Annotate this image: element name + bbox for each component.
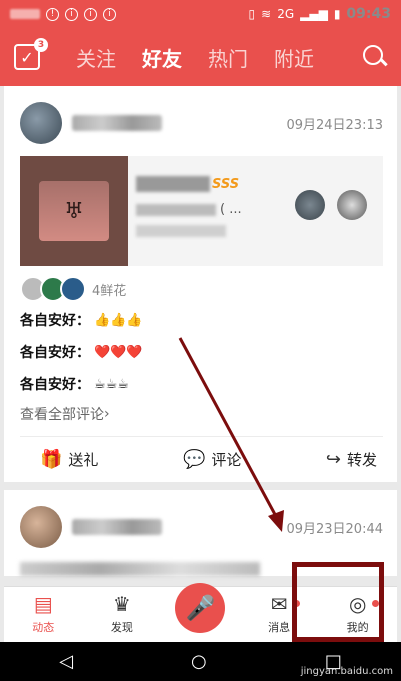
blurred-post-text bbox=[20, 562, 260, 576]
wifi-icon: ≋ bbox=[261, 7, 272, 21]
comment-row[interactable]: 各自安好： 👍👍👍 bbox=[20, 304, 383, 336]
tab-messages[interactable]: ✉ 消息 bbox=[240, 594, 319, 635]
post-time: 09月23日20:44 bbox=[286, 521, 383, 537]
comment-row[interactable]: 各自安好： ❤️❤️❤️ bbox=[20, 336, 383, 368]
comment-label: 评论 bbox=[211, 451, 242, 469]
comment-emoji: 👍👍👍 bbox=[94, 312, 143, 328]
flowers-row[interactable]: 4鲜花 bbox=[20, 274, 383, 304]
tab-me[interactable]: ◎ 我的 bbox=[318, 594, 397, 635]
view-all-comments-link[interactable]: 查看全部评论 › bbox=[20, 400, 383, 428]
home-icon[interactable]: ○ bbox=[191, 651, 207, 672]
blurred-notification bbox=[10, 9, 40, 19]
avatar bbox=[60, 276, 86, 302]
tab-label: 动态 bbox=[32, 621, 55, 634]
vibrate-icon: ▯ bbox=[248, 7, 256, 21]
shared-info: SSS ( ... bbox=[128, 156, 383, 266]
tab-nearby[interactable]: 附近 bbox=[274, 43, 314, 72]
tab-sing[interactable]: 🎤 bbox=[161, 582, 240, 633]
thumbnail-image: ♅ bbox=[39, 181, 109, 241]
blurred-username[interactable] bbox=[72, 519, 162, 535]
comment-author: 各自安好： bbox=[20, 345, 90, 361]
notification-icon: i bbox=[84, 7, 97, 21]
mail-icon: ✉ bbox=[270, 592, 288, 616]
tab-label: 发现 bbox=[110, 621, 133, 634]
tab-discover[interactable]: ♛ 发现 bbox=[83, 594, 162, 635]
post-card: 09月23日20:44 bbox=[4, 490, 397, 576]
shared-thumbnail: ♅ bbox=[20, 156, 128, 266]
post-card: 09月24日23:13 ♅ SSS ( ... 4鲜花 各自安好： 👍👍👍 各自… bbox=[4, 86, 397, 482]
avatar bbox=[295, 190, 325, 220]
feed-tabs: 关注 好友 热门 附近 bbox=[76, 43, 314, 72]
comment-author: 各自安好： bbox=[20, 377, 90, 393]
comment-author: 各自安好： bbox=[20, 313, 90, 329]
bottom-tab-bar: ▤ 动态 ♛ 发现 🎤 ✉ 消息 ◎ 我的 bbox=[4, 582, 397, 642]
chevron-right-icon: › bbox=[104, 406, 110, 422]
share-label: 转发 bbox=[346, 451, 377, 469]
avatar bbox=[337, 190, 367, 220]
gift-button[interactable]: 🎁 送礼 bbox=[40, 449, 98, 470]
tab-label: 消息 bbox=[268, 621, 291, 634]
post-actions: 🎁 送礼 💬 评论 ↪ 转发 bbox=[20, 436, 383, 482]
tab-hot[interactable]: 热门 bbox=[208, 43, 248, 72]
status-bar: ! i i i ▯ ≋ 2G ▂▄▆ ▮ 09:43 bbox=[0, 0, 401, 28]
shared-title-suffix: SSS bbox=[212, 176, 240, 192]
signal-icon: ▂▄▆ bbox=[300, 7, 328, 21]
blurred-username[interactable] bbox=[72, 115, 162, 131]
system-nav-bar: ◁ ○ □ jingyan.baidu.com bbox=[0, 642, 401, 681]
comment-icon: 💬 bbox=[182, 449, 206, 470]
unread-dot bbox=[371, 600, 379, 607]
feed: 09月24日23:13 ♅ SSS ( ... 4鲜花 各自安好： 👍👍👍 各自… bbox=[4, 86, 397, 586]
tab-following[interactable]: 关注 bbox=[76, 43, 116, 72]
comment-row[interactable]: 各自安好： ☕☕☕ bbox=[20, 368, 383, 400]
comment-emoji: ☕☕☕ bbox=[94, 376, 129, 392]
tab-feed[interactable]: ▤ 动态 bbox=[4, 594, 83, 635]
post-time: 09月24日23:13 bbox=[286, 117, 383, 133]
gift-icon: 🎁 bbox=[40, 449, 63, 470]
unread-dot bbox=[293, 600, 301, 607]
profile-icon: ◎ bbox=[348, 592, 367, 616]
signal-label: 2G bbox=[277, 7, 295, 21]
share-icon: ↪ bbox=[325, 449, 341, 470]
post-header: 09月24日23:13 bbox=[20, 100, 383, 146]
notification-icon: ! bbox=[46, 7, 59, 21]
notification-icon: i bbox=[65, 7, 78, 21]
clock: 09:43 bbox=[346, 6, 391, 22]
view-all-label: 查看全部评论 bbox=[20, 407, 104, 423]
blurred-subtitle bbox=[136, 203, 216, 216]
back-icon[interactable]: ◁ bbox=[59, 651, 73, 672]
tab-label: 我的 bbox=[346, 621, 369, 634]
comment-button[interactable]: 💬 评论 bbox=[183, 449, 241, 470]
battery-icon: ▮ bbox=[333, 7, 341, 21]
shared-subtitle-ellipsis: ( ... bbox=[220, 202, 242, 217]
tab-friends[interactable]: 好友 bbox=[142, 43, 182, 72]
app-bar: ✓ 3 关注 好友 热门 附近 bbox=[0, 28, 401, 86]
feed-icon: ▤ bbox=[33, 592, 53, 616]
search-icon[interactable] bbox=[363, 45, 387, 69]
compose-badge: 3 bbox=[34, 38, 48, 52]
flowers-count: 4鲜花 bbox=[92, 283, 127, 299]
compose-icon[interactable]: ✓ 3 bbox=[14, 38, 48, 70]
crown-icon: ♛ bbox=[112, 592, 131, 616]
comment-emoji: ❤️❤️❤️ bbox=[94, 344, 143, 360]
share-button[interactable]: ↪ 转发 bbox=[326, 449, 377, 470]
notification-icon: i bbox=[103, 7, 116, 21]
post-header: 09月23日20:44 bbox=[20, 504, 383, 550]
gift-label: 送礼 bbox=[68, 451, 99, 469]
microphone-icon: 🎤 bbox=[175, 582, 226, 633]
blurred-title bbox=[136, 176, 210, 192]
blurred-line bbox=[136, 225, 226, 237]
avatar[interactable] bbox=[20, 102, 62, 144]
participant-avatars bbox=[295, 190, 367, 220]
watermark: jingyan.baidu.com bbox=[300, 666, 393, 677]
shared-content[interactable]: ♅ SSS ( ... bbox=[20, 156, 383, 266]
avatar[interactable] bbox=[20, 506, 62, 548]
